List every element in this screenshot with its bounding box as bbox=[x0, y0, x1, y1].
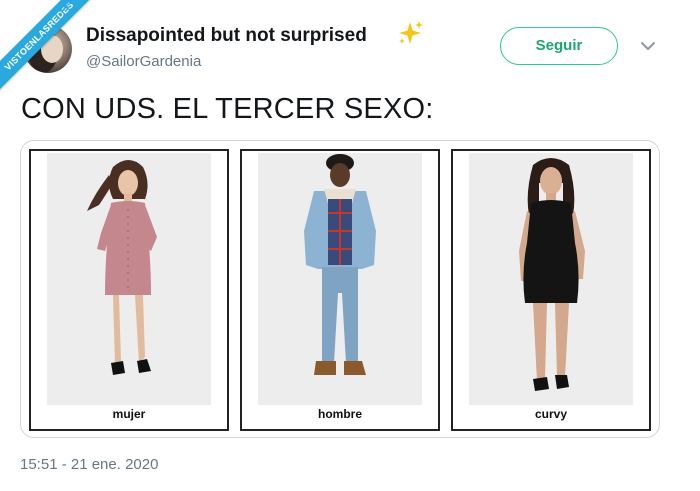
woman-black-dress-photo bbox=[469, 153, 633, 405]
panel-caption: curvy bbox=[534, 407, 568, 421]
tweet-card: VISTOENLASREDES .com Dissapointed but no… bbox=[0, 0, 700, 491]
tweet-media[interactable]: mujer hombre curvy bbox=[20, 140, 660, 438]
display-name[interactable]: Dissapointed but not surprised bbox=[86, 25, 367, 47]
woman-pink-dress-photo bbox=[47, 153, 211, 405]
panel-hombre: hombre bbox=[240, 149, 440, 431]
panel-curvy: curvy bbox=[451, 149, 651, 431]
chevron-down-icon[interactable] bbox=[640, 40, 656, 52]
man-denim-jacket-photo bbox=[258, 153, 422, 405]
watermark: VISTOENLASREDES .com bbox=[0, 0, 110, 110]
panel-caption: hombre bbox=[317, 407, 362, 421]
sparkles-icon bbox=[399, 21, 423, 44]
panel-caption: mujer bbox=[112, 407, 146, 421]
watermark-ribbon: VISTOENLASREDES bbox=[0, 0, 100, 97]
follow-button[interactable]: Seguir bbox=[500, 27, 618, 65]
tweet-timestamp[interactable]: 15:51 - 21 ene. 2020 bbox=[20, 456, 158, 473]
panel-mujer: mujer bbox=[29, 149, 229, 431]
